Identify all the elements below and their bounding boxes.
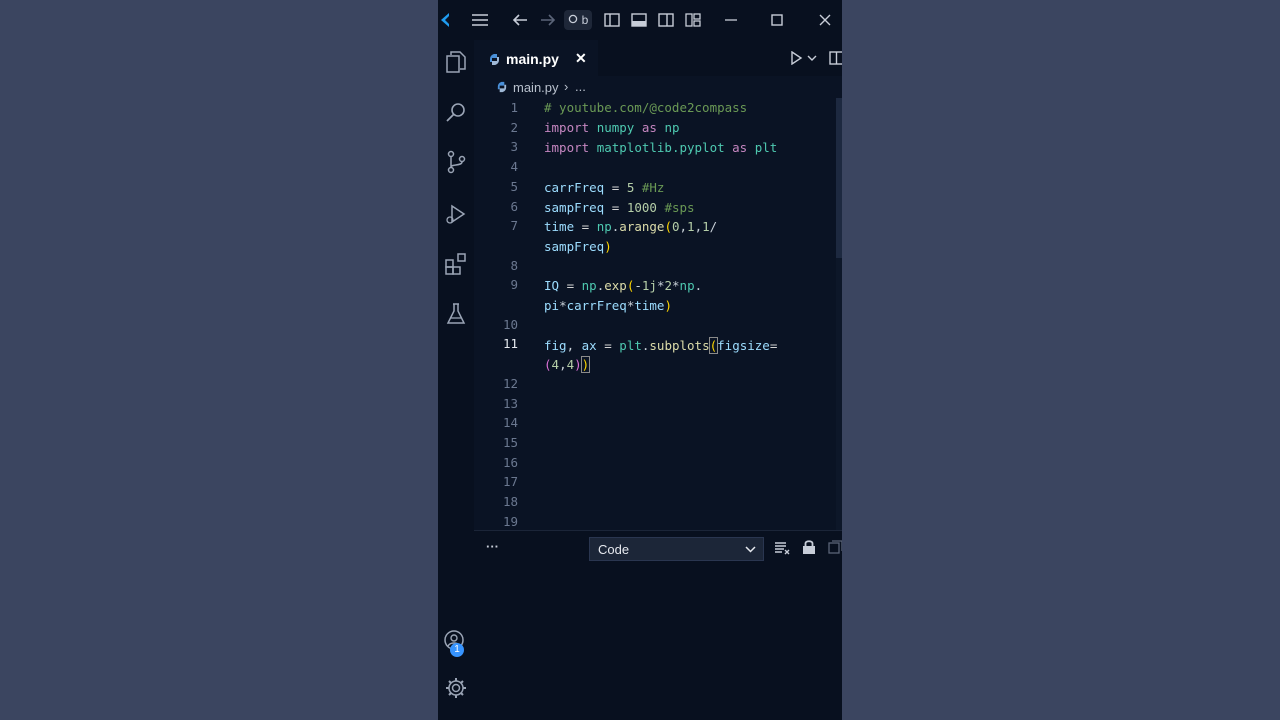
customize-layout-icon[interactable]: [683, 10, 703, 30]
python-file-icon: [488, 53, 501, 66]
minimize-icon[interactable]: [721, 10, 741, 30]
code-line-6: sampFreq = 1000 #sps: [544, 200, 695, 215]
code-line-9: IQ = np.exp(-1j*2*np.: [544, 278, 703, 293]
back-arrow-icon[interactable]: [510, 10, 530, 30]
breadcrumb-separator: ›: [564, 79, 569, 94]
close-window-icon[interactable]: [815, 10, 835, 30]
code-line-7-wrap: sampFreq): [544, 239, 612, 254]
maximize-icon[interactable]: [767, 10, 787, 30]
toggle-panel-icon[interactable]: [629, 10, 649, 30]
breadcrumb-file[interactable]: main.py: [513, 80, 559, 95]
toggle-secondary-sidebar-icon[interactable]: [656, 10, 676, 30]
line-number: 4: [510, 159, 518, 175]
code-line-11-wrap: (4,4)): [544, 356, 591, 373]
tab-close-icon[interactable]: ✕: [575, 50, 587, 67]
title-bar: b: [438, 0, 842, 40]
line-number: 10: [502, 316, 518, 332]
run-debug-icon[interactable]: [438, 196, 474, 232]
activity-bar: 1: [438, 40, 474, 720]
breadcrumb-more[interactable]: ...: [575, 79, 586, 94]
code-line-1: # youtube.com/@code2compass: [544, 100, 748, 115]
output-channel-value: Code: [598, 542, 630, 557]
clear-output-icon[interactable]: [774, 541, 790, 555]
vscode-logo-icon: [438, 10, 452, 30]
editor-tab-bar: main.py ✕: [474, 40, 842, 76]
testing-flask-icon[interactable]: [438, 296, 474, 332]
line-number: 15: [502, 434, 518, 450]
code-line-9-wrap: pi*carrFreq*time): [544, 298, 672, 313]
line-number: 11: [502, 336, 518, 352]
code-line-11: fig, ax = plt.subplots(figsize=: [544, 337, 778, 354]
vscode-window: b 1 main.py ✕ main.py › ... 1 2 3 4 5 6 …: [438, 0, 842, 720]
explorer-icon[interactable]: [438, 44, 474, 80]
line-number: 8: [510, 257, 518, 273]
line-number: 2: [510, 119, 518, 135]
extensions-icon[interactable]: [438, 246, 474, 282]
code-line-7: time = np.arange(0,1,1/: [544, 219, 718, 234]
line-number: 1: [510, 100, 518, 115]
menu-icon[interactable]: [470, 10, 490, 30]
scrollbar-thumb[interactable]: [836, 98, 842, 258]
output-channel-select[interactable]: Code: [589, 537, 764, 561]
command-center[interactable]: b: [564, 10, 592, 30]
line-number: 7: [510, 218, 518, 234]
forward-arrow-icon[interactable]: [538, 10, 558, 30]
line-number: 9: [510, 277, 518, 293]
line-number: 19: [502, 513, 518, 529]
code-line-5: carrFreq = 5 #Hz: [544, 180, 665, 195]
accounts-badge: 1: [450, 643, 464, 657]
search-icon[interactable]: [438, 94, 474, 130]
line-number: 3: [510, 139, 518, 155]
editor-scrollbar[interactable]: [836, 98, 842, 530]
run-python-file-icon[interactable]: [789, 51, 803, 65]
source-control-icon[interactable]: [438, 144, 474, 180]
accounts-icon[interactable]: 1: [438, 624, 474, 660]
line-number: 5: [510, 178, 518, 194]
run-dropdown-chevron-icon[interactable]: [807, 55, 817, 62]
line-number: 16: [502, 454, 518, 470]
code-editor[interactable]: 1 2 3 4 5 6 7 8 9 10 11 12 13 14 15 16 17 18 19 # youtube.…: [474, 98, 842, 530]
split-editor-icon[interactable]: [829, 51, 842, 65]
python-file-icon: [496, 81, 508, 93]
code-line-3: import matplotlib.pyplot as plt: [544, 140, 778, 155]
line-number: 6: [510, 198, 518, 214]
maximize-panel-icon[interactable]: [828, 540, 842, 554]
tab-label: main.py: [506, 51, 559, 67]
panel-more-actions[interactable]: ···: [486, 539, 499, 554]
line-number: 18: [502, 494, 518, 509]
breadcrumb: main.py › ...: [474, 76, 842, 98]
line-number: 12: [502, 375, 518, 391]
line-number: 17: [502, 474, 518, 490]
search-icon: [568, 14, 577, 24]
command-center-text: b: [581, 13, 589, 27]
lock-scroll-icon[interactable]: [802, 539, 816, 555]
line-number: 13: [502, 395, 518, 411]
code-line-2: import numpy as np: [544, 120, 680, 135]
settings-gear-icon[interactable]: [438, 670, 474, 706]
chevron-down-icon: [745, 546, 756, 553]
tab-main-py[interactable]: main.py ✕: [474, 40, 598, 76]
toggle-primary-sidebar-icon[interactable]: [602, 10, 622, 30]
line-number: 14: [502, 415, 518, 431]
bottom-panel: ··· Code: [474, 530, 842, 720]
